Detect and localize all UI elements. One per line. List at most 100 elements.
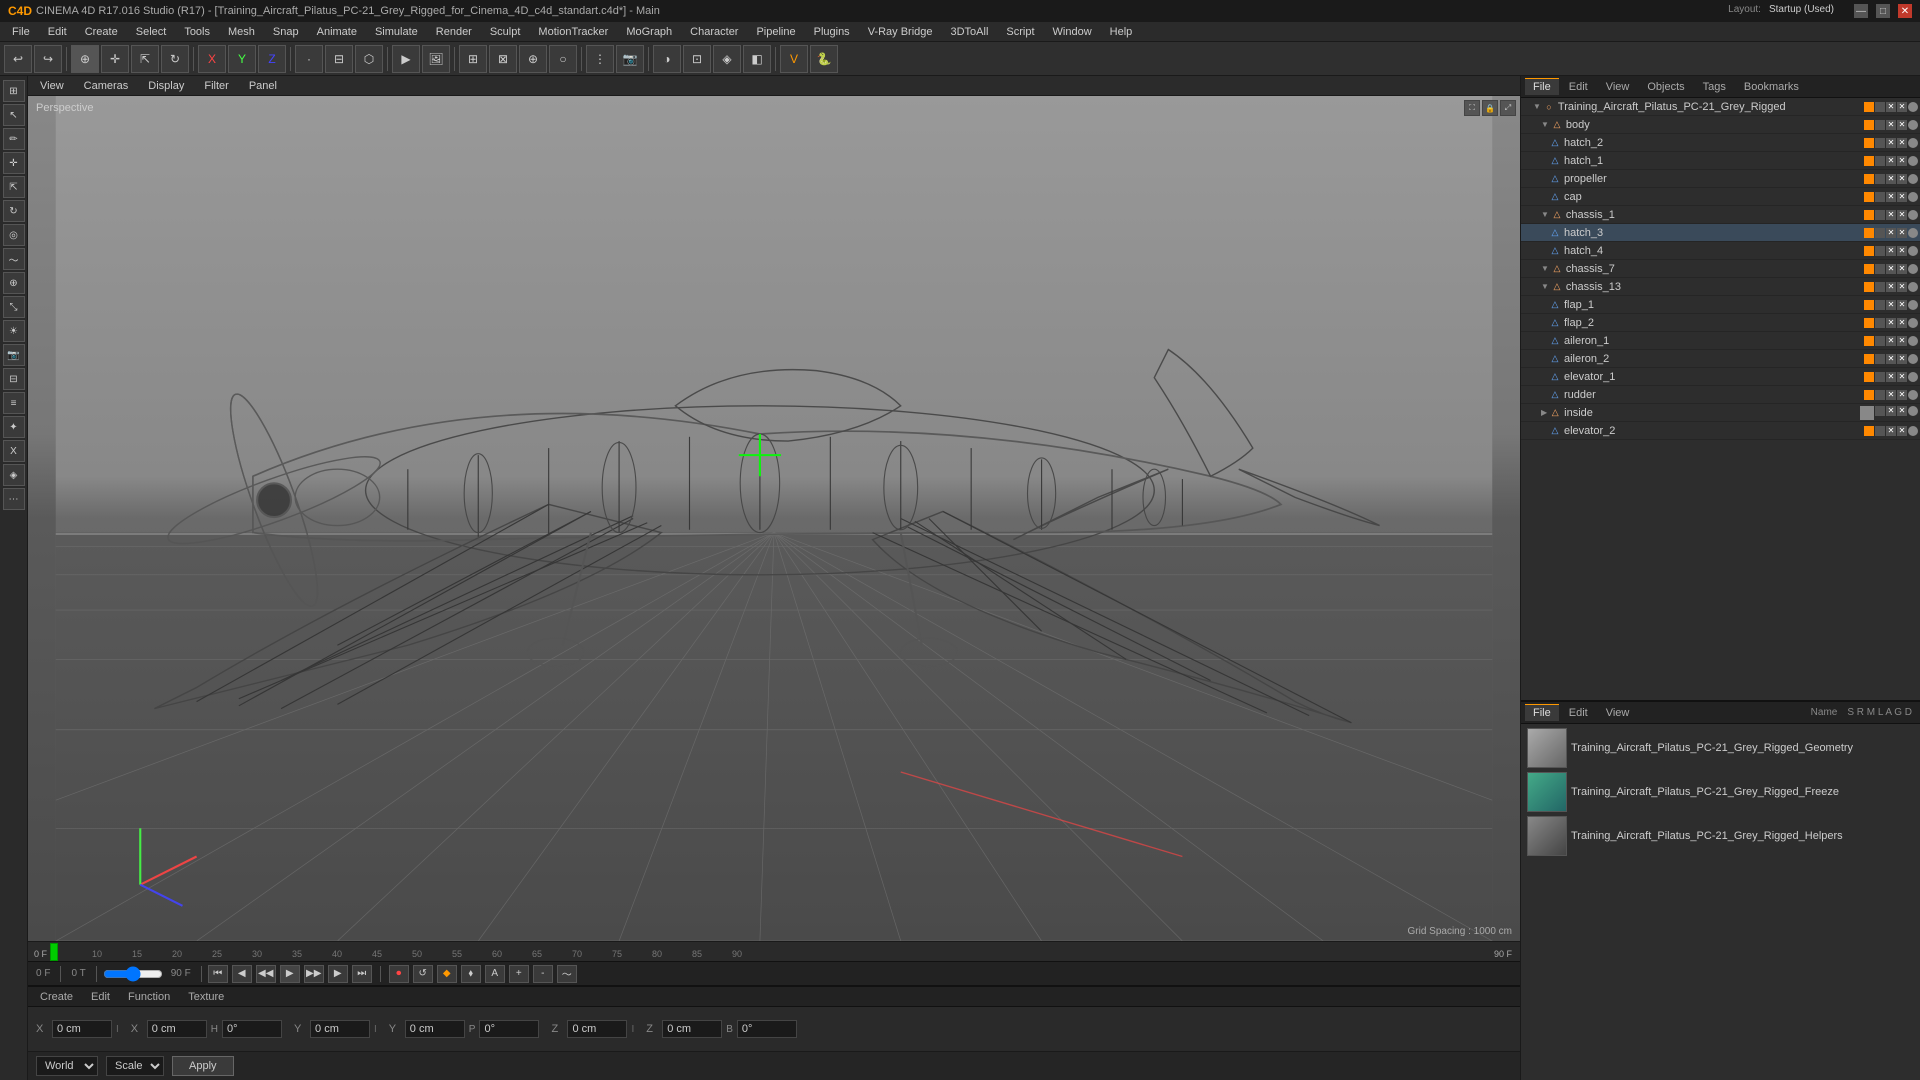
prop-dot[interactable] <box>1908 174 1918 184</box>
ch7-dot[interactable] <box>1908 264 1918 274</box>
aileron2-ctrl1[interactable] <box>1875 354 1885 364</box>
shading-flat[interactable]: ◧ <box>743 45 771 73</box>
body-ctrl1[interactable] <box>1875 120 1885 130</box>
hatch2-ctrl3[interactable]: ✕ <box>1897 138 1907 148</box>
elevator1-dot[interactable] <box>1908 372 1918 382</box>
loop-button[interactable]: ↺ <box>413 965 433 983</box>
obj-chassis1[interactable]: ▼ △ chassis_1 ✕ ✕ <box>1521 206 1920 224</box>
inside-dot[interactable] <box>1908 406 1918 416</box>
rudder-ctrl2[interactable]: ✕ <box>1886 390 1896 400</box>
rudder-vis[interactable] <box>1864 390 1874 400</box>
shading-iso[interactable]: ◈ <box>713 45 741 73</box>
minimize-button[interactable]: — <box>1854 4 1868 18</box>
ch1-ctrl1[interactable] <box>1875 210 1885 220</box>
apply-button[interactable]: Apply <box>172 1056 234 1076</box>
flap1-dot[interactable] <box>1908 300 1918 310</box>
axis-tool[interactable]: ⊕ <box>519 45 547 73</box>
obj-rudder[interactable]: △ rudder ✕ ✕ <box>1521 386 1920 404</box>
ch13-vis[interactable] <box>1864 282 1874 292</box>
vray-btn[interactable]: V <box>780 45 808 73</box>
root-vis[interactable] <box>1864 102 1874 112</box>
hatch2-ctrl1[interactable] <box>1875 138 1885 148</box>
hatch1-ctrl1[interactable] <box>1875 156 1885 166</box>
hatch4-ctrl3[interactable]: ✕ <box>1897 246 1907 256</box>
tool-hair[interactable]: ≡ <box>3 392 25 414</box>
aileron2-dot[interactable] <box>1908 354 1918 364</box>
add-key-button[interactable]: + <box>509 965 529 983</box>
frame-slider[interactable] <box>103 966 163 982</box>
hatch2-dot[interactable] <box>1908 138 1918 148</box>
mat-item-helpers[interactable]: Training_Aircraft_Pilatus_PC-21_Grey_Rig… <box>1523 814 1918 858</box>
menu-select[interactable]: Select <box>128 24 175 40</box>
tool-more[interactable]: ⋯ <box>3 488 25 510</box>
tool-select[interactable]: ↖ <box>3 104 25 126</box>
body-arrow[interactable]: ▼ <box>1541 120 1549 129</box>
render-btn[interactable]: ▶ <box>392 45 420 73</box>
prop-ctrl3[interactable]: ✕ <box>1897 174 1907 184</box>
ch13-dot[interactable] <box>1908 282 1918 292</box>
height-input[interactable] <box>222 1020 282 1038</box>
om-tab-edit[interactable]: Edit <box>1561 79 1596 95</box>
obj-hatch3[interactable]: △ hatch_3 ✕ ✕ <box>1521 224 1920 242</box>
hatch4-ctrl2[interactable]: ✕ <box>1886 246 1896 256</box>
om-tab-tags[interactable]: Tags <box>1695 79 1734 95</box>
elevator1-ctrl3[interactable]: ✕ <box>1897 372 1907 382</box>
obj-elevator1[interactable]: △ elevator_1 ✕ ✕ <box>1521 368 1920 386</box>
menu-simulate[interactable]: Simulate <box>367 24 426 40</box>
menu-script[interactable]: Script <box>998 24 1042 40</box>
camera-btn[interactable]: 📷 <box>616 45 644 73</box>
tool-particle[interactable]: ✦ <box>3 416 25 438</box>
python-btn[interactable]: 🐍 <box>810 45 838 73</box>
tool-xpresso[interactable]: X <box>3 440 25 462</box>
undo-button[interactable]: ↩ <box>4 45 32 73</box>
tool-camera2[interactable]: 📷 <box>3 344 25 366</box>
menu-motiontracker[interactable]: MotionTracker <box>530 24 616 40</box>
axis-z-button[interactable]: Z <box>258 45 286 73</box>
auto-key-button[interactable]: A <box>485 965 505 983</box>
aileron1-ctrl2[interactable]: ✕ <box>1886 336 1896 346</box>
flap1-ctrl2[interactable]: ✕ <box>1886 300 1896 310</box>
mat-tab-view[interactable]: View <box>1598 705 1638 721</box>
pos-z-input[interactable] <box>567 1020 627 1038</box>
vp-expand-icon[interactable]: ⛶ <box>1464 100 1480 116</box>
obj-chassis13[interactable]: ▼ △ chassis_13 ✕ ✕ <box>1521 278 1920 296</box>
inside-ctrl2[interactable]: ✕ <box>1886 406 1896 416</box>
body-ctrl3[interactable]: ✕ <box>1897 120 1907 130</box>
prev-frame-button[interactable]: ◀ <box>232 965 252 983</box>
cap-ctrl2[interactable]: ✕ <box>1886 192 1896 202</box>
obj-hatch1[interactable]: △ hatch_1 ✕ ✕ <box>1521 152 1920 170</box>
obj-root[interactable]: ▼ ○ Training_Aircraft_Pilatus_PC-21_Grey… <box>1521 98 1920 116</box>
ch1-dot[interactable] <box>1908 210 1918 220</box>
menu-help[interactable]: Help <box>1102 24 1141 40</box>
render-to-pic[interactable]: 🖼 <box>422 45 450 73</box>
ch1-ctrl2[interactable]: ✕ <box>1886 210 1896 220</box>
elevator2-ctrl3[interactable]: ✕ <box>1897 426 1907 436</box>
om-tab-view[interactable]: View <box>1598 79 1638 95</box>
ch1-ctrl3[interactable]: ✕ <box>1897 210 1907 220</box>
ch7-ctrl1[interactable] <box>1875 264 1885 274</box>
tool-spline[interactable]: 〜 <box>3 248 25 270</box>
obj-body[interactable]: ▼ △ body ✕ ✕ <box>1521 116 1920 134</box>
mat-item-geometry[interactable]: Training_Aircraft_Pilatus_PC-21_Grey_Rig… <box>1523 726 1918 770</box>
vp-tab-cameras[interactable]: Cameras <box>76 78 137 94</box>
menu-plugins[interactable]: Plugins <box>806 24 858 40</box>
mat-item-freeze[interactable]: Training_Aircraft_Pilatus_PC-21_Grey_Rig… <box>1523 770 1918 814</box>
flap2-vis[interactable] <box>1864 318 1874 328</box>
menu-tools[interactable]: Tools <box>176 24 218 40</box>
vp-lock-icon[interactable]: 🔒 <box>1482 100 1498 116</box>
obj-elevator2[interactable]: △ elevator_2 ✕ ✕ <box>1521 422 1920 440</box>
menu-character[interactable]: Character <box>682 24 746 40</box>
prop-ctrl2[interactable]: ✕ <box>1886 174 1896 184</box>
anim-tab-texture[interactable]: Texture <box>180 989 232 1005</box>
imark-button[interactable]: ◆ <box>437 965 457 983</box>
play-button[interactable]: ▶ <box>280 965 300 983</box>
root-ctrl2[interactable]: ✕ <box>1886 102 1896 112</box>
menu-create[interactable]: Create <box>77 24 126 40</box>
hatch4-ctrl1[interactable] <box>1875 246 1885 256</box>
points-mode[interactable]: · <box>295 45 323 73</box>
anim-tab-create[interactable]: Create <box>32 989 81 1005</box>
record-button[interactable]: ⏺ <box>389 965 409 983</box>
menu-render[interactable]: Render <box>428 24 480 40</box>
go-end-button[interactable]: ⏭ <box>352 965 372 983</box>
snap-tool[interactable]: ⊠ <box>489 45 517 73</box>
